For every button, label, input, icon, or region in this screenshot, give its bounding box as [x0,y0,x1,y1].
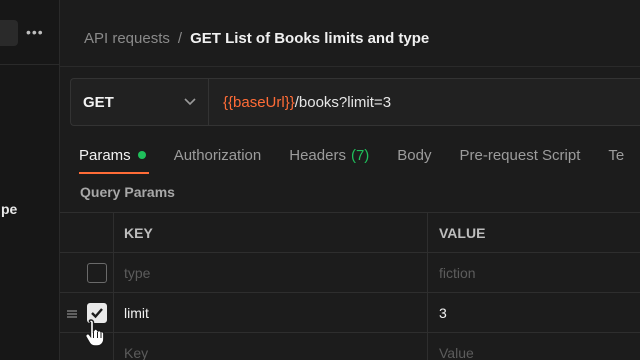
tab-tests-label: Te [608,146,625,164]
table-row: limit 3 [60,292,640,333]
request-title[interactable]: GET List of Books limits and type [190,30,429,47]
url-variable: {{baseUrl}} [223,93,295,111]
tab-authorization-label: Authorization [173,146,262,164]
active-tab-indicator [79,172,149,174]
hand-cursor-icon [84,318,106,348]
breadcrumb-separator: / [177,29,183,47]
status-dot-icon [137,151,146,159]
tab-body-label: Body [397,146,432,164]
param-value-cell[interactable]: 3 [428,293,640,333]
request-url-bar: GET {{baseUrl}}/books?limit=3 [70,78,640,126]
breadcrumb-parent[interactable]: API requests [84,30,170,47]
column-header-key: KEY [114,213,428,253]
tab-params-label: Params [79,146,131,164]
table-row: type fiction [60,252,640,293]
query-params-table: KEY VALUE type fiction limit 3 Key Value [60,212,640,360]
column-header-value: VALUE [439,225,486,241]
tab-authorization[interactable]: Authorization [174,147,262,164]
request-tabs: Params Authorization Headers (7) Body Pr… [79,144,640,166]
section-title: Query Params [80,184,175,200]
table-header-row: KEY VALUE [60,212,640,253]
param-key-cell[interactable]: type [114,253,428,293]
tab-pre-request-script-label: Pre-request Script [459,146,581,164]
tab-headers[interactable]: Headers (7) [289,147,369,164]
table-row: Key Value [60,332,640,360]
drag-handle-icon[interactable] [66,307,78,319]
param-checkbox[interactable] [87,263,107,283]
param-value: fiction [439,265,476,281]
breadcrumb: API requests / GET List of Books limits … [84,27,429,49]
tab-tests[interactable]: Te [608,147,624,164]
param-value: 3 [439,305,447,321]
param-key: limit [124,305,149,321]
sidebar-divider [0,64,60,65]
new-param-key-input[interactable]: Key [114,333,428,360]
tab-pre-request-script[interactable]: Pre-request Script [460,147,581,164]
param-value-cell[interactable]: fiction [428,253,640,293]
chevron-down-icon [184,95,196,109]
url-input[interactable]: {{baseUrl}}/books?limit=3 [209,79,391,125]
more-horizontal-icon[interactable]: ••• [26,24,48,40]
url-path: /books?limit=3 [294,93,392,111]
param-key-placeholder: Key [124,345,149,360]
sidebar: ••• pe [0,0,60,360]
tab-headers-count: (7) [350,146,370,164]
tab-body[interactable]: Body [397,147,431,164]
tab-headers-label: Headers [289,146,346,164]
sidebar-search-input[interactable] [0,20,18,46]
param-key-cell[interactable]: limit [114,293,428,333]
param-key: type [124,265,151,281]
param-value-placeholder: Value [439,345,474,360]
method-label: GET [83,93,114,111]
new-param-value-input[interactable]: Value [428,333,640,360]
sidebar-item-selected[interactable]: pe [0,198,60,220]
header-divider [60,66,640,67]
method-select[interactable]: GET [71,79,209,125]
tab-params[interactable]: Params [79,147,146,164]
